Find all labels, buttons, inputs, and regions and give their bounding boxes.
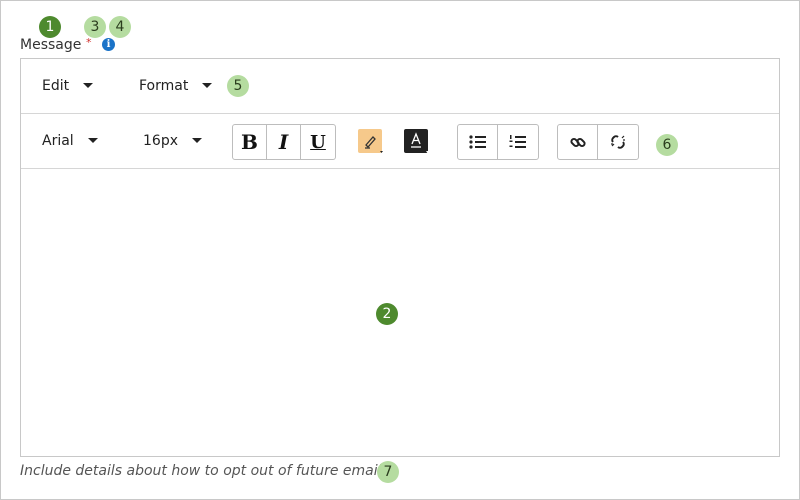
insert-link-button[interactable] [558, 125, 598, 159]
annotation-badge-7: 7 [377, 461, 399, 483]
numbered-list-button[interactable] [498, 125, 538, 159]
editor-content-area[interactable] [21, 169, 779, 456]
remove-link-button[interactable] [598, 125, 638, 159]
list-group [457, 124, 539, 160]
helper-text: Include details about how to opt out of … [20, 463, 386, 479]
font-size-select[interactable]: 16px [143, 133, 202, 149]
editor-menubar: Edit Format 5 [21, 59, 779, 114]
chevron-down-icon [87, 137, 98, 143]
bullet-list-icon [468, 135, 486, 149]
link-group [557, 124, 639, 160]
required-marker: * [86, 36, 92, 49]
chevron-down-icon [202, 82, 213, 88]
annotation-badge-1: 1 [39, 16, 61, 38]
text-color-icon [404, 129, 429, 153]
highlight-color-button[interactable] [356, 124, 386, 158]
underline-button[interactable]: U [301, 125, 335, 159]
text-style-group: B I U [232, 124, 336, 160]
edit-menu-label: Edit [42, 78, 70, 94]
unlink-icon [611, 135, 625, 149]
text-color-button[interactable] [402, 124, 432, 158]
underline-icon: U [310, 131, 326, 153]
format-menu[interactable]: Format [139, 78, 213, 94]
info-icon[interactable]: i [102, 38, 115, 51]
font-size-value: 16px [143, 133, 178, 149]
font-family-value: Arial [42, 133, 74, 149]
format-menu-label: Format [139, 78, 189, 94]
field-label: Message [20, 37, 82, 53]
edit-menu[interactable]: Edit [42, 78, 94, 94]
rich-text-editor: Edit Format 5 Arial 16px B I U 6 2 [20, 58, 780, 457]
annotation-badge-6: 6 [656, 134, 678, 156]
annotation-badge-5: 5 [227, 75, 249, 97]
annotation-badge-3: 3 [84, 16, 106, 38]
italic-icon: I [278, 130, 289, 154]
bold-icon: B [241, 130, 258, 154]
annotation-badge-4: 4 [109, 16, 131, 38]
highlighter-icon [358, 129, 383, 153]
editor-toolbar: Arial 16px B I U 6 [21, 114, 779, 169]
chevron-down-icon [83, 82, 94, 88]
bullet-list-button[interactable] [458, 125, 498, 159]
numbered-list-icon [509, 135, 526, 148]
bold-button[interactable]: B [233, 125, 267, 159]
italic-button[interactable]: I [267, 125, 301, 159]
annotation-badge-2: 2 [376, 303, 398, 325]
link-icon [569, 137, 586, 148]
chevron-down-icon [192, 137, 202, 143]
font-family-select[interactable]: Arial [42, 133, 98, 149]
